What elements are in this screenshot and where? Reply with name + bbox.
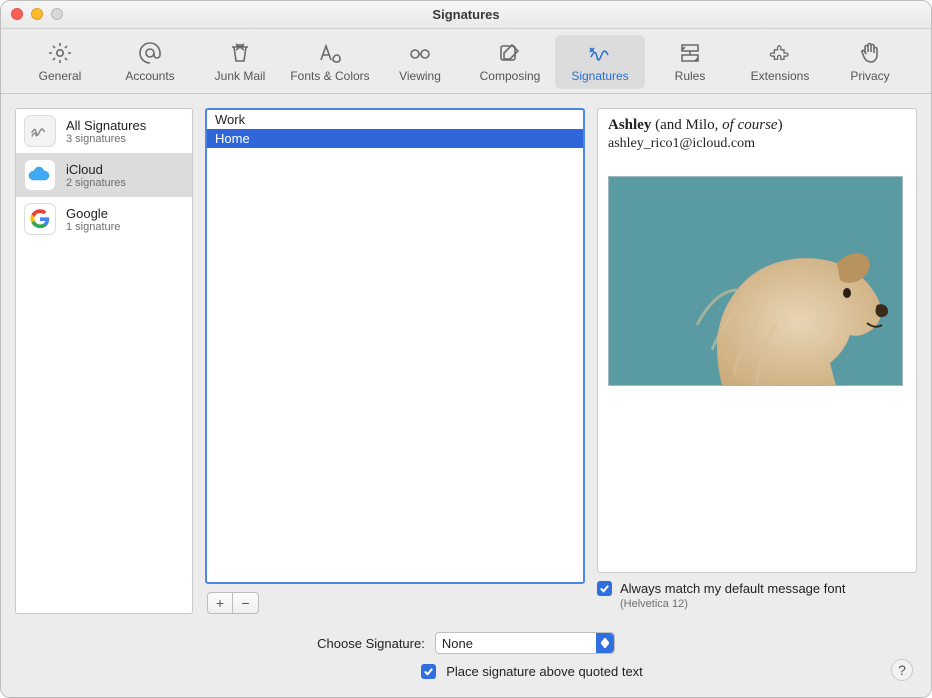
select-arrows-icon (596, 633, 614, 653)
tab-rules[interactable]: Rules (645, 35, 735, 89)
bottom-controls: Choose Signature: None Place signature a… (1, 618, 931, 697)
preview-name-rest: (and Milo, (651, 117, 722, 133)
account-name: Google (66, 206, 120, 221)
match-font-label: Always match my default message font (620, 581, 845, 596)
account-icloud[interactable]: iCloud 2 signatures (16, 153, 192, 197)
tab-junk-mail[interactable]: Junk Mail (195, 35, 285, 89)
account-subtitle: 3 signatures (66, 133, 146, 145)
accounts-list[interactable]: All Signatures 3 signatures iCloud 2 sig… (15, 108, 193, 614)
preferences-window: Signatures General Accounts Junk Mail Fo… (0, 0, 932, 698)
preview-name-line: Ashley (and Milo, of course) (608, 117, 906, 134)
place-above-row: Place signature above quoted text (421, 664, 643, 679)
zoom-icon[interactable] (51, 8, 63, 20)
account-name: All Signatures (66, 118, 146, 133)
account-subtitle: 1 signature (66, 221, 120, 233)
account-subtitle: 2 signatures (66, 177, 126, 189)
at-icon (107, 39, 193, 67)
google-icon (24, 203, 56, 235)
choose-signature-select[interactable]: None (435, 632, 615, 654)
tab-label: Accounts (107, 69, 193, 83)
font-icon (287, 39, 373, 67)
close-icon[interactable] (11, 8, 23, 20)
tab-viewing[interactable]: Viewing (375, 35, 465, 89)
trash-icon (197, 39, 283, 67)
tab-extensions[interactable]: Extensions (735, 35, 825, 89)
preview-email: ashley_rico1@icloud.com (608, 136, 906, 152)
tab-accounts[interactable]: Accounts (105, 35, 195, 89)
tab-general[interactable]: General (15, 35, 105, 89)
tab-privacy[interactable]: Privacy (825, 35, 915, 89)
account-name: iCloud (66, 162, 126, 177)
signature-item-work[interactable]: Work (207, 110, 583, 129)
tab-label: Extensions (737, 69, 823, 83)
rules-icon (647, 39, 733, 67)
place-above-label: Place signature above quoted text (446, 664, 643, 679)
tab-label: Junk Mail (197, 69, 283, 83)
help-button[interactable]: ? (891, 659, 913, 681)
signatures-stack-icon (24, 115, 56, 147)
signatures-list[interactable]: Work Home (205, 108, 585, 584)
titlebar: Signatures (1, 1, 931, 29)
signatures-column: Work Home + − (205, 108, 585, 614)
remove-signature-button[interactable]: − (233, 592, 259, 614)
columns: All Signatures 3 signatures iCloud 2 sig… (1, 94, 931, 618)
tab-signatures[interactable]: Signatures (555, 35, 645, 89)
match-font-sublabel: (Helvetica 12) (620, 598, 845, 610)
account-google[interactable]: Google 1 signature (16, 197, 192, 241)
content-area: All Signatures 3 signatures iCloud 2 sig… (1, 94, 931, 697)
choose-signature-row: Choose Signature: None (317, 632, 615, 654)
preferences-toolbar: General Accounts Junk Mail Fonts & Color… (1, 29, 931, 94)
choose-signature-label: Choose Signature: (317, 636, 425, 651)
add-remove-buttons: + − (207, 592, 585, 614)
dog-photo-icon (692, 205, 892, 385)
match-font-row: Always match my default message font (He… (597, 573, 917, 614)
place-above-checkbox[interactable] (421, 664, 436, 679)
preview-image (608, 176, 903, 386)
window-controls (11, 8, 63, 20)
preview-name-italic: of course (722, 117, 777, 133)
tab-label: General (17, 69, 103, 83)
tab-label: Signatures (557, 69, 643, 83)
minimize-icon[interactable] (31, 8, 43, 20)
match-font-checkbox[interactable] (597, 581, 612, 596)
tab-label: Rules (647, 69, 733, 83)
tab-label: Viewing (377, 69, 463, 83)
choose-signature-value: None (442, 636, 473, 651)
preview-name-bold: Ashley (608, 117, 651, 133)
tab-label: Fonts & Colors (287, 69, 373, 83)
tab-composing[interactable]: Composing (465, 35, 555, 89)
signature-item-home[interactable]: Home (207, 129, 583, 148)
preview-name-tail: ) (778, 117, 783, 133)
add-signature-button[interactable]: + (207, 592, 233, 614)
puzzle-icon (737, 39, 823, 67)
signature-icon (557, 39, 643, 67)
gear-icon (17, 39, 103, 67)
hand-icon (827, 39, 913, 67)
signature-preview[interactable]: Ashley (and Milo, of course) ashley_rico… (597, 108, 917, 573)
tab-label: Privacy (827, 69, 913, 83)
tab-fonts-colors[interactable]: Fonts & Colors (285, 35, 375, 89)
window-title: Signatures (432, 7, 499, 22)
glasses-icon (377, 39, 463, 67)
icloud-icon (24, 159, 56, 191)
account-all-signatures[interactable]: All Signatures 3 signatures (16, 109, 192, 153)
tab-label: Composing (467, 69, 553, 83)
compose-icon (467, 39, 553, 67)
